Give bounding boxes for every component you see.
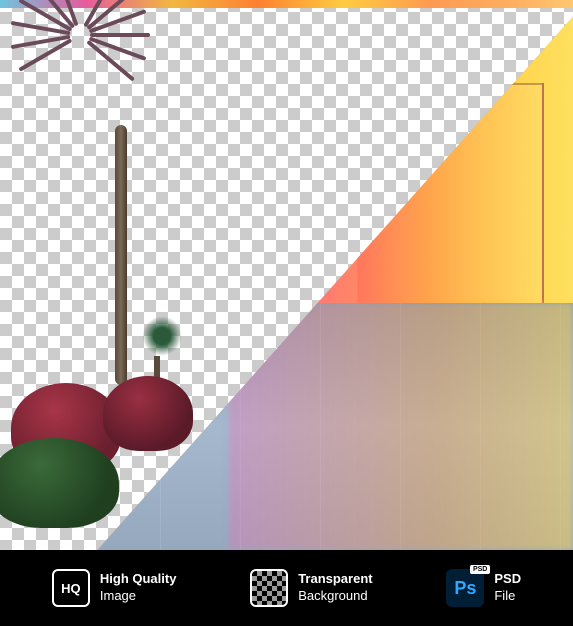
features-bar: HQ High Quality Image Transparent Backgr… — [0, 550, 573, 626]
ps-label: Ps — [454, 578, 476, 599]
transparency-icon — [250, 569, 288, 607]
psd-badge: PSD — [470, 565, 490, 574]
feature-line1: High Quality — [100, 571, 177, 588]
red-bush — [103, 376, 193, 451]
hq-badge-text: HQ — [61, 581, 81, 596]
product-card: HQ High Quality Image Transparent Backgr… — [0, 0, 573, 626]
palm-tree-fronds — [80, 33, 200, 133]
palm-frond — [90, 33, 150, 37]
green-bush — [0, 438, 119, 528]
feature-label: High Quality Image — [100, 571, 177, 605]
preview-area — [0, 0, 573, 550]
hq-icon: HQ — [52, 569, 90, 607]
palm-tree-trunk — [115, 125, 127, 385]
feature-high-quality: HQ High Quality Image — [52, 569, 177, 607]
feature-label: PSD File — [494, 571, 521, 605]
small-palm-fronds — [142, 316, 182, 356]
feature-line1: Transparent — [298, 571, 372, 588]
feature-line1: PSD — [494, 571, 521, 588]
feature-line2: Image — [100, 588, 177, 605]
feature-label: Transparent Background — [298, 571, 372, 605]
photoshop-icon: PSD Ps — [446, 569, 484, 607]
feature-line2: File — [494, 588, 521, 605]
feature-psd: PSD Ps PSD File — [446, 569, 521, 607]
feature-transparent: Transparent Background — [250, 569, 372, 607]
feature-line2: Background — [298, 588, 372, 605]
